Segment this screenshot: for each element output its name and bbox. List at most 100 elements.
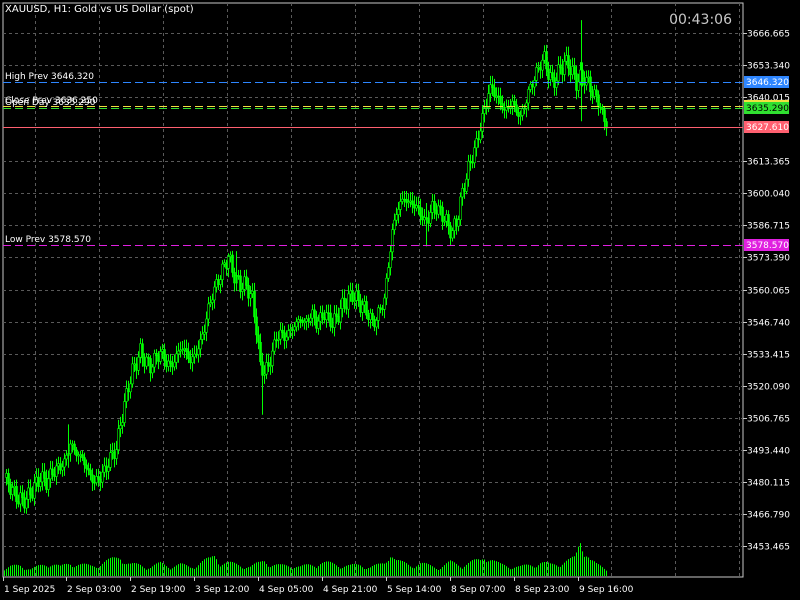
candle-body <box>271 350 274 366</box>
candle-body <box>551 72 554 78</box>
candle-body <box>535 67 538 81</box>
candle-body <box>365 301 368 316</box>
candle-body <box>251 290 254 294</box>
candle-body <box>179 349 182 352</box>
candle-body <box>419 207 422 217</box>
candle-body <box>361 304 364 313</box>
candle-body <box>467 160 470 180</box>
candle-body <box>15 485 18 502</box>
candle-body <box>225 262 228 269</box>
candle-body <box>9 483 12 495</box>
y-tick-label: 3533.415 <box>747 351 790 361</box>
candle-body <box>177 350 180 355</box>
candle-body <box>109 452 112 468</box>
candle-body <box>383 297 386 310</box>
candle-body <box>81 454 84 458</box>
candle-body <box>589 76 592 93</box>
candle-body <box>393 219 396 231</box>
candle-body <box>167 360 170 367</box>
candle-body <box>7 473 10 485</box>
candle-body <box>573 66 576 75</box>
candle-body <box>357 290 360 302</box>
candle-body <box>129 383 132 393</box>
candle-body <box>161 349 164 352</box>
candle-body <box>87 468 90 471</box>
candle-body <box>329 312 332 327</box>
candle-body <box>545 51 548 70</box>
candle-body <box>555 80 558 88</box>
candle-body <box>39 481 42 487</box>
candle-body <box>459 196 462 220</box>
candle-body <box>451 230 454 239</box>
candle-body <box>317 320 320 329</box>
candle-body <box>241 288 244 292</box>
candle-body <box>429 212 432 224</box>
candle-body <box>61 466 64 471</box>
candle-body <box>493 87 496 98</box>
level-label: Low Prev 3578.570 <box>5 235 91 245</box>
price-chart[interactable]: 3666.6653653.3403640.0153613.3653600.040… <box>0 0 800 600</box>
candle-body <box>85 464 88 469</box>
candle-body <box>63 458 66 468</box>
candle-body <box>377 307 380 321</box>
price-tag-label: 3646.320 <box>746 78 789 88</box>
candle-body <box>515 104 518 113</box>
candle-body <box>73 443 76 451</box>
candle-body <box>247 285 250 299</box>
y-tick-label: 3613.365 <box>747 158 790 168</box>
chart-title: XAUUSD, H1: Gold vs US Dollar (spot) <box>5 4 194 15</box>
candle-body <box>105 465 108 472</box>
candle-body <box>313 309 316 318</box>
candle-body <box>101 471 104 483</box>
candle-body <box>43 471 46 479</box>
candle-body <box>213 286 216 301</box>
candle-body <box>137 356 140 371</box>
candle-body <box>347 293 350 310</box>
candle-body <box>351 290 354 302</box>
candle-body <box>79 454 82 456</box>
candle-body <box>487 93 490 108</box>
x-tick-label: 2 Sep 19:00 <box>131 585 186 595</box>
candle-body <box>293 326 296 331</box>
level-label: Open Day 3635.290 <box>5 98 96 108</box>
y-tick-label: 3493.440 <box>747 447 790 457</box>
candle-body <box>273 339 276 352</box>
candle-body <box>295 321 298 328</box>
candle-body <box>183 348 186 350</box>
candle-body <box>221 263 224 280</box>
candle-body <box>219 279 222 285</box>
candle-body <box>215 279 218 288</box>
candle-body <box>205 318 208 333</box>
candle-body <box>171 363 174 368</box>
candle-body <box>255 316 258 336</box>
candle-body <box>93 481 96 484</box>
x-tick-label: 8 Sep 23:00 <box>515 585 570 595</box>
x-tick-label: 2 Sep 03:00 <box>67 585 122 595</box>
candle-body <box>11 487 14 495</box>
candle-body <box>193 353 196 358</box>
candle-body <box>245 276 248 286</box>
candle-body <box>175 353 178 363</box>
candle-body <box>147 356 150 359</box>
y-tick-label: 3480.115 <box>747 479 790 489</box>
candle-body <box>287 330 290 338</box>
candle-body <box>117 428 120 451</box>
candle-body <box>151 366 154 374</box>
candle-body <box>343 297 346 308</box>
candle-body <box>499 95 502 104</box>
candle-body <box>21 492 24 499</box>
candle-body <box>191 356 194 364</box>
candle-body <box>491 84 494 89</box>
candle-body <box>259 341 262 363</box>
y-tick-label: 3600.040 <box>747 190 790 200</box>
candle-body <box>159 351 162 362</box>
candle-body <box>321 312 324 318</box>
candle-body <box>47 478 50 490</box>
candle-body <box>335 313 338 317</box>
x-tick-label: 9 Sep 16:00 <box>579 585 634 595</box>
candle-body <box>371 312 374 320</box>
candle-body <box>51 468 54 475</box>
x-tick-label: 5 Sep 14:00 <box>387 585 442 595</box>
candle-body <box>577 81 580 91</box>
level-label: High Prev 3646.320 <box>5 72 94 82</box>
